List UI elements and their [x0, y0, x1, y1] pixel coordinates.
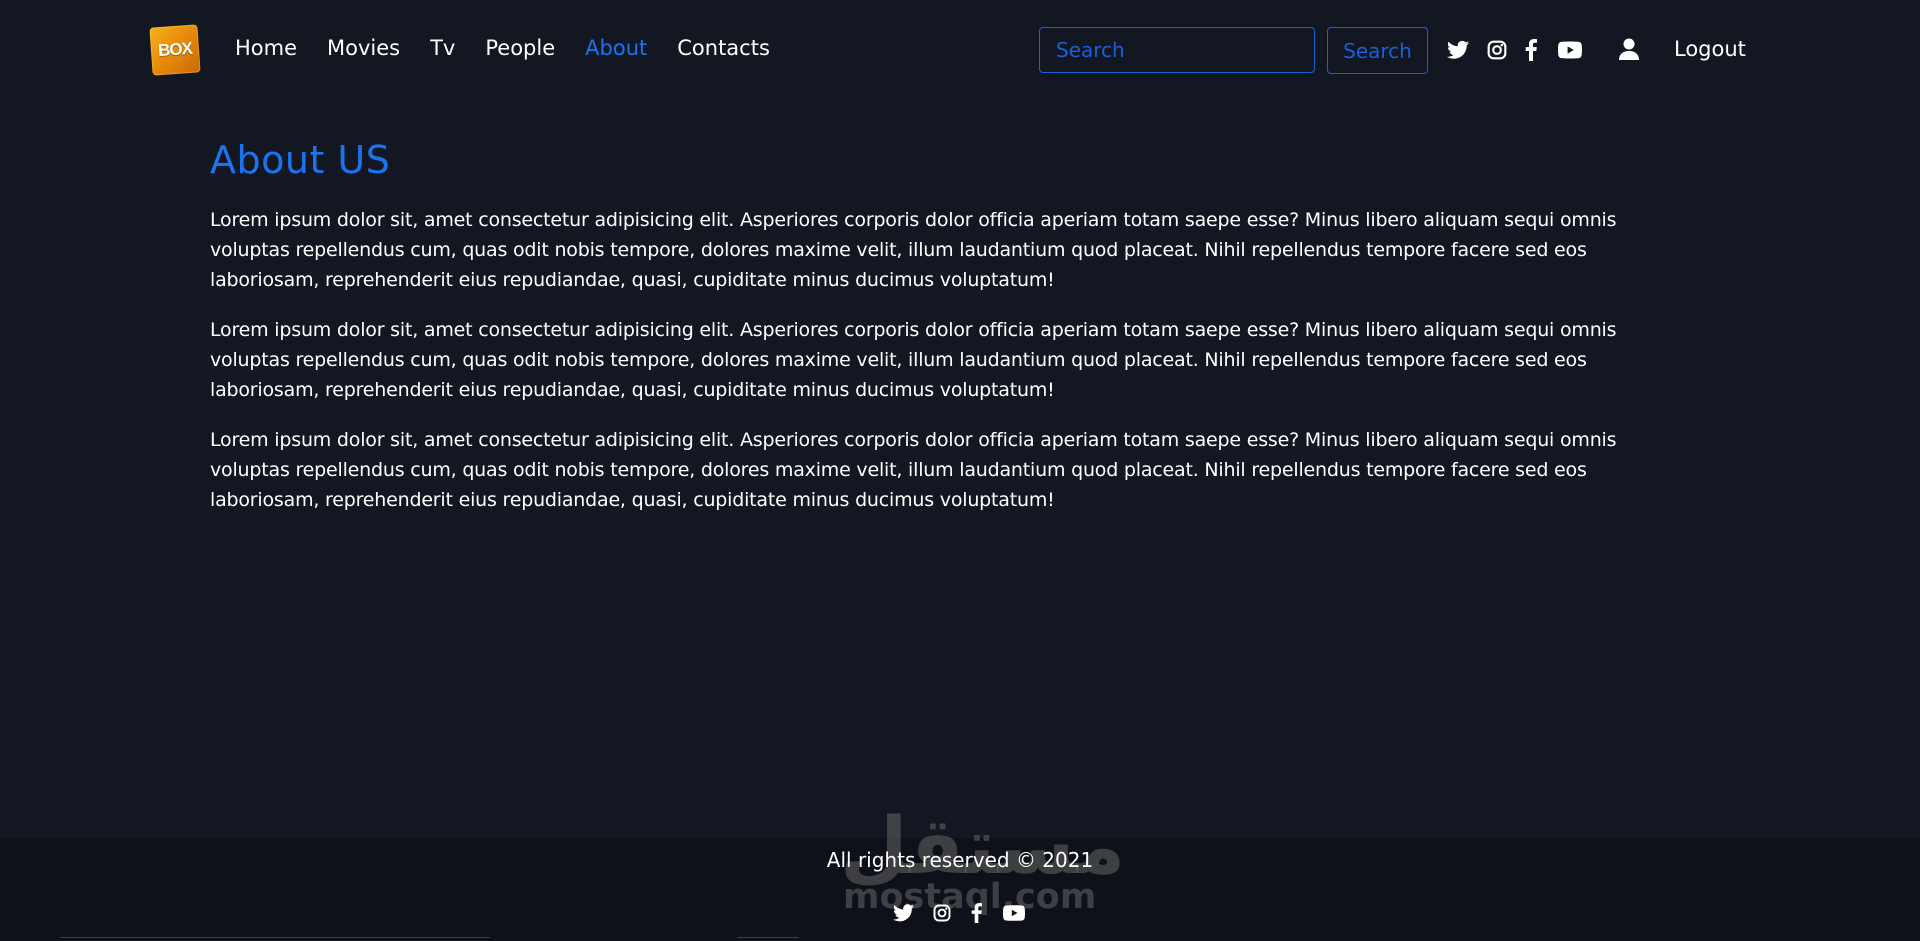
twitter-icon[interactable]: [893, 904, 914, 922]
nav-link-movies[interactable]: Movies: [327, 36, 400, 60]
search-button[interactable]: Search: [1327, 27, 1428, 74]
instagram-icon[interactable]: [1487, 40, 1507, 60]
nav-link-tv[interactable]: Tv: [430, 36, 455, 60]
user-icon[interactable]: [1619, 38, 1639, 60]
youtube-icon[interactable]: [1003, 905, 1025, 921]
navbar: BOX Home Movies Tv People About Contacts…: [0, 0, 1920, 100]
watermark-latin: mostaql.com: [843, 877, 1097, 917]
about-paragraph: Lorem ipsum dolor sit, amet consectetur …: [210, 429, 1617, 511]
divider: [60, 937, 490, 938]
about-paragraph: Lorem ipsum dolor sit, amet consectetur …: [210, 209, 1617, 291]
brand-logo[interactable]: BOX: [149, 24, 201, 76]
nav-link-contacts[interactable]: Contacts: [677, 36, 770, 60]
nav-link-people[interactable]: People: [485, 36, 555, 60]
brand-logo-text: BOX: [157, 38, 193, 61]
copyright-text: All rights reserved © 2021: [826, 848, 1094, 872]
page-title: About US: [210, 138, 391, 182]
twitter-icon[interactable]: [1447, 40, 1469, 60]
youtube-icon[interactable]: [1558, 41, 1582, 59]
nav-link-home[interactable]: Home: [235, 36, 297, 60]
about-section: About US Lorem ipsum dolor sit, amet con…: [210, 130, 1680, 515]
nav-links: Home Movies Tv People About Contacts: [235, 36, 800, 60]
nav-link-about[interactable]: About: [585, 36, 647, 60]
facebook-icon[interactable]: [971, 903, 982, 923]
logout-link[interactable]: Logout: [1674, 37, 1746, 61]
instagram-icon[interactable]: [933, 904, 951, 922]
search-input[interactable]: [1039, 27, 1315, 73]
about-paragraph: Lorem ipsum dolor sit, amet consectetur …: [210, 319, 1617, 401]
divider: [737, 937, 799, 938]
facebook-icon[interactable]: [1525, 39, 1537, 61]
